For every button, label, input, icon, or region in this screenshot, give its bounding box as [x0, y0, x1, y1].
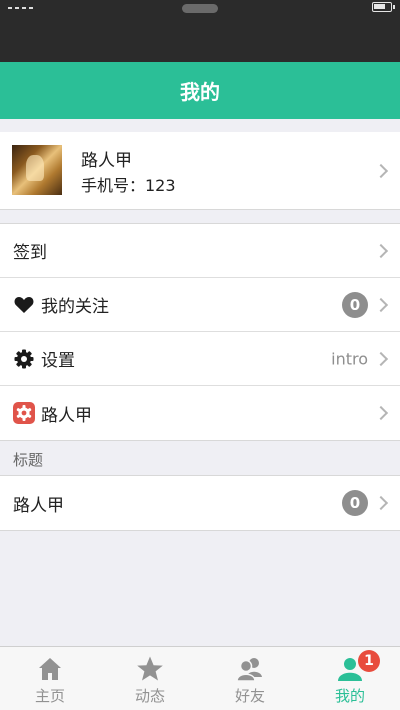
list-item-label: 路人甲 — [41, 405, 92, 426]
signal-icon — [8, 7, 33, 9]
list-item-settings[interactable]: 设置 intro — [0, 332, 400, 386]
list-item[interactable]: 路人甲 0 — [0, 476, 400, 530]
list-item-label: 路人甲 — [13, 495, 64, 516]
page-title: 我的 — [180, 80, 220, 104]
second-list: 路人甲 0 — [0, 475, 400, 531]
detail-text: intro — [331, 349, 368, 368]
avatar[interactable] — [12, 145, 62, 195]
battery-icon — [372, 2, 395, 12]
chevron-right-icon — [373, 243, 389, 258]
tab-me[interactable]: 我的 1 — [300, 647, 400, 710]
tab-bar: 主页 动态 好友 我的 1 — [0, 646, 400, 710]
chevron-right-icon — [373, 351, 389, 366]
chevron-right-icon — [373, 405, 389, 421]
list-item-label: 设置 — [41, 351, 75, 371]
tab-label: 好友 — [234, 687, 265, 705]
count-badge: 0 — [342, 291, 368, 318]
tab-label: 我的 — [334, 687, 365, 705]
list-item-follow[interactable]: 我的关注 0 — [0, 278, 400, 332]
tab-activity[interactable]: 动态 — [100, 647, 200, 710]
star-icon — [137, 656, 163, 681]
heart-icon — [13, 294, 35, 316]
profile-card[interactable]: 路人甲 手机号：123 — [0, 132, 400, 210]
friends-icon — [236, 658, 262, 682]
app-icon — [13, 402, 35, 424]
chevron-right-icon — [373, 495, 389, 511]
list-item-label: 签到 — [13, 243, 47, 263]
chevron-right-icon — [373, 297, 389, 312]
nav-header: 我的 — [0, 62, 400, 119]
notification-badge: 1 — [358, 650, 380, 672]
chevron-right-icon — [373, 163, 389, 178]
count-badge: 0 — [342, 490, 368, 516]
notch — [182, 4, 218, 13]
status-bar — [0, 0, 400, 62]
list-item-checkin[interactable]: 签到 — [0, 224, 400, 278]
profile-name: 路人甲 — [81, 151, 132, 171]
tab-home[interactable]: 主页 — [0, 647, 100, 710]
list-item-app[interactable]: 路人甲 — [0, 386, 400, 440]
settings-list: 签到 我的关注 0 设置 intro 路人甲 — [0, 223, 400, 441]
tab-label: 主页 — [34, 687, 65, 705]
tab-friends[interactable]: 好友 — [200, 647, 300, 710]
section-header: 标题 — [13, 451, 44, 469]
profile-phone: 手机号：123 — [81, 176, 176, 195]
home-icon — [39, 658, 61, 680]
list-item-label: 我的关注 — [41, 297, 109, 317]
gear-icon — [13, 348, 35, 370]
tab-label: 动态 — [134, 687, 165, 705]
